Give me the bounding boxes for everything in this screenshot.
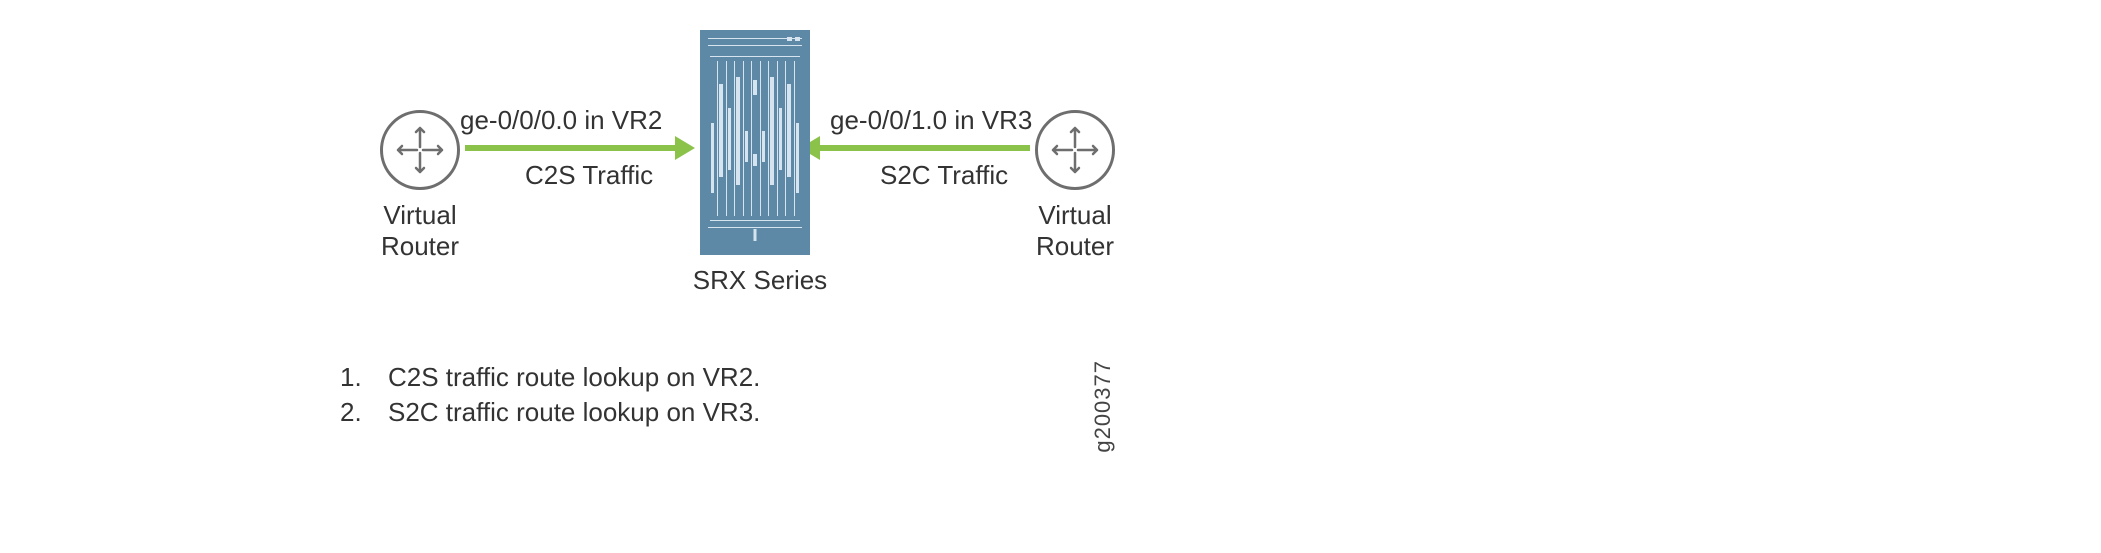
srx-device-label: SRX Series [690,265,830,296]
left-virtual-router [380,110,460,190]
note-line: 2. S2C traffic route lookup on VR3. [340,395,760,430]
router-icon [380,110,460,190]
right-traffic-label: S2C Traffic [880,160,1008,191]
left-router-label: Virtual Router [360,200,480,262]
note-text: C2S traffic route lookup on VR2. [388,360,760,395]
left-interface-label: ge-0/0/0.0 in VR2 [460,105,662,136]
srx-device-icon [700,30,810,255]
router-arrows-icon [1045,120,1105,180]
left-traffic-arrow [465,145,680,151]
note-number: 2. [340,395,370,430]
figure-id: g200377 [1090,360,1116,453]
arrowhead-right-icon [675,136,695,160]
router-arrows-icon [390,120,450,180]
right-traffic-arrow [815,145,1030,151]
right-router-label: Virtual Router [1015,200,1135,262]
router-icon [1035,110,1115,190]
diagram-notes: 1. C2S traffic route lookup on VR2. 2. S… [340,360,760,430]
note-line: 1. C2S traffic route lookup on VR2. [340,360,760,395]
note-text: S2C traffic route lookup on VR3. [388,395,760,430]
network-diagram: Virtual Router Virtual Router ge-0/0/0.0… [0,0,2101,553]
right-virtual-router [1035,110,1115,190]
left-traffic-label: C2S Traffic [525,160,653,191]
right-interface-label: ge-0/0/1.0 in VR3 [830,105,1032,136]
note-number: 1. [340,360,370,395]
